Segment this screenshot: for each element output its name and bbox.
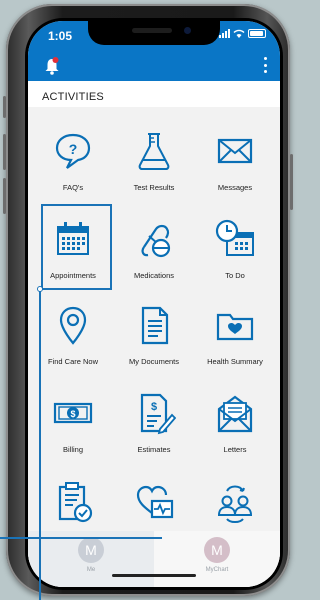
kebab-menu-icon[interactable] [262, 57, 268, 73]
app-screen: 1:05 ACTIVITIES ? FAQ's Test Results Mes… [28, 21, 280, 587]
heart-folder-icon [216, 313, 254, 341]
activity-test-results[interactable]: Test Results [112, 111, 196, 192]
appointments-highlight [41, 204, 112, 290]
activity-share-my-record[interactable] [193, 461, 277, 541]
status-icons [219, 29, 266, 38]
envelope-icon [217, 138, 253, 164]
activity-label: Health Summary [207, 357, 263, 366]
svg-text:?: ? [69, 141, 78, 157]
activity-my-documents[interactable]: My Documents [112, 285, 196, 366]
phone-notch [88, 21, 220, 45]
activity-label: My Documents [128, 357, 179, 366]
activity-label: Medications [133, 271, 175, 280]
tab-me[interactable]: M Me [28, 531, 154, 587]
share-people-icon [217, 485, 253, 523]
activity-label: Messages [217, 183, 253, 192]
svg-text:$: $ [151, 401, 157, 413]
me-avatar: M [78, 537, 104, 563]
activity-label: FAQ's [62, 183, 84, 192]
notch-camera [184, 27, 191, 34]
clipboard-check-icon [58, 482, 93, 523]
svg-text:$: $ [70, 409, 75, 419]
app-header: 1:05 [28, 21, 280, 81]
flask-icon [138, 133, 170, 170]
phone-side-button [3, 96, 6, 118]
activity-find-care-now[interactable]: Find Care Now [31, 285, 115, 366]
activity-billing[interactable]: $ Billing [31, 373, 115, 454]
battery-icon [248, 29, 266, 38]
activity-label: To Do [225, 271, 245, 280]
activities-grid: ? FAQ's Test Results Messages Appointmen… [28, 107, 280, 587]
phone-power-button [290, 154, 293, 210]
callout-line-horizontal [0, 537, 162, 539]
phone-frame: 1:05 ACTIVITIES ? FAQ's Test Results Mes… [3, 4, 293, 596]
activity-questionnaires[interactable] [31, 461, 115, 541]
activity-health-summary[interactable]: Health Summary [193, 285, 277, 366]
bottom-tab-bar: M Me M MyChart [28, 531, 280, 587]
bell-icon[interactable] [44, 57, 60, 75]
activity-label: Billing [62, 445, 83, 454]
open-letter-icon [217, 395, 253, 433]
notch-speaker [132, 28, 172, 33]
callout-line-vertical [39, 289, 41, 600]
callout-anchor-dot [37, 286, 43, 292]
activity-messages[interactable]: Messages [193, 111, 277, 192]
tab-mychart-label: MyChart [205, 567, 229, 573]
section-title: ACTIVITIES [42, 91, 104, 103]
document-icon [141, 306, 169, 345]
mychart-avatar: M [204, 537, 230, 563]
status-time: 1:05 [48, 29, 73, 43]
phone-bezel: 1:05 ACTIVITIES ? FAQ's Test Results Mes… [25, 18, 283, 590]
location-pin-icon [59, 306, 87, 345]
signal-icon [219, 29, 230, 38]
heart-monitor-icon [136, 485, 174, 519]
estimate-icon: $ [140, 393, 176, 435]
phone-volume-down [3, 178, 6, 214]
dollar-bill-icon: $ [53, 402, 93, 424]
wifi-icon [233, 29, 245, 38]
activity-faqs[interactable]: ? FAQ's [31, 111, 115, 192]
activity-label: Test Results [133, 183, 175, 192]
activity-label: Letters [223, 445, 247, 454]
activity-label: Find Care Now [47, 357, 99, 366]
activity-estimates[interactable]: $ Estimates [112, 373, 196, 454]
tab-me-label: Me [86, 567, 96, 573]
phone-volume-up [3, 134, 6, 170]
tab-mychart[interactable]: M MyChart [154, 531, 280, 587]
activity-letters[interactable]: Letters [193, 373, 277, 454]
home-indicator [112, 574, 196, 577]
faq-speech-icon: ? [55, 133, 91, 169]
activity-to-do[interactable]: To Do [193, 199, 277, 280]
pill-icon [141, 224, 171, 258]
activity-medications[interactable]: Medications [112, 199, 196, 280]
activity-track-my-health[interactable] [112, 461, 196, 541]
activity-label: Estimates [137, 445, 171, 454]
clock-calendar-icon [215, 219, 254, 256]
